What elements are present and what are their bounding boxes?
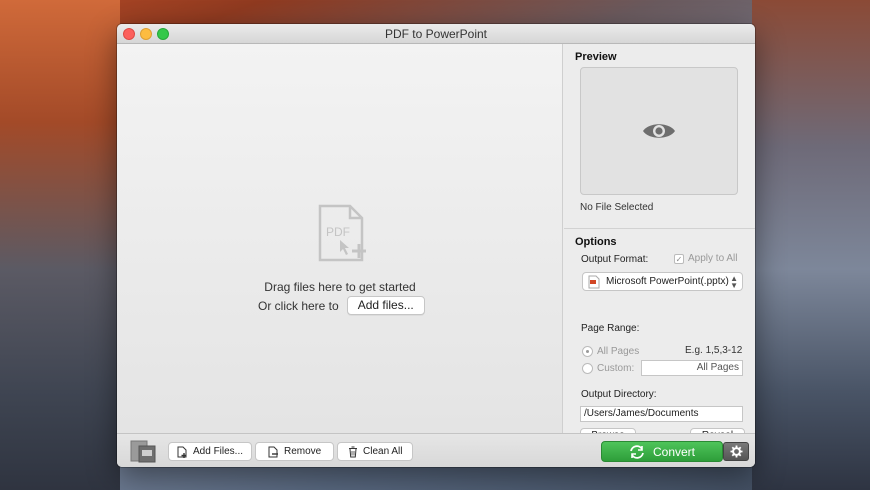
apply-to-all-checkbox[interactable]: ✓ Apply to All [674,253,737,264]
options-title: Options [575,236,617,248]
radio-selected-icon [582,346,593,357]
checkmark-icon: ✓ [674,253,684,264]
pptx-file-icon [588,275,600,288]
click-hint-text: Or click here to [258,298,339,313]
remove-button[interactable]: Remove [255,442,335,461]
desktop-wallpaper-left [0,0,120,490]
remove-file-icon [268,446,278,457]
preview-area[interactable] [580,67,738,195]
bottom-toolbar: Add Files... Remove Clean All Convert [117,433,755,467]
add-files-center-button[interactable]: Add files... [346,296,425,315]
custom-pages-radio[interactable]: Custom: [582,363,634,374]
add-files-button-label: Add Files... [193,446,244,457]
page-range-label: Page Range: [581,323,640,334]
clean-all-button-label: Clean All [363,446,403,457]
window-title: PDF to PowerPoint [384,27,488,41]
custom-pages-input[interactable]: All Pages [641,360,743,376]
drag-hint-text: Drag files here to get started [264,280,416,294]
close-window-button[interactable] [123,28,135,40]
output-format-value: Microsoft PowerPoint(.pptx) [606,276,729,287]
remove-button-label: Remove [284,446,322,457]
title-bar[interactable]: PDF to PowerPoint [117,24,755,44]
pdf-add-icon: PDF [318,204,366,262]
radio-unselected-icon [582,363,593,374]
custom-label: Custom: [597,363,635,374]
trash-icon [349,446,357,457]
page-range-example: E.g. 1,5,3-12 [685,345,743,356]
preview-title: Preview [575,51,617,63]
output-directory-input[interactable]: /Users/James/Documents [580,406,743,422]
output-directory-label: Output Directory: [581,389,657,400]
settings-button[interactable] [723,442,749,461]
select-arrows-icon: ▲ ▼ [730,274,738,290]
sidebar-panel: Preview No File Selected Options Output … [564,44,755,444]
desktop-wallpaper-right [752,0,870,490]
minimize-window-button[interactable] [140,28,152,40]
app-logo-icon [130,440,156,463]
output-format-label: Output Format: [581,254,649,265]
zoom-window-button[interactable] [157,28,169,40]
add-files-button[interactable]: Add Files... [168,442,253,461]
file-drop-zone[interactable]: PDF Drag files here to get started Or cl… [117,44,563,433]
output-format-select[interactable]: Microsoft PowerPoint(.pptx) ▲ ▼ [582,272,743,291]
pdf-icon-text: PDF [326,225,350,239]
add-file-icon [177,446,187,458]
preview-status: No File Selected [580,202,654,213]
app-window: PDF to PowerPoint PDF Drag files here to… [117,24,755,467]
clean-all-button[interactable]: Clean All [337,442,414,461]
convert-button-label: Convert [652,444,696,459]
all-pages-radio[interactable]: All Pages [582,346,639,357]
click-hint-row: Or click here to Add files... [258,296,425,315]
sidebar-divider [564,228,755,229]
eye-icon [643,124,675,138]
gear-icon [730,445,742,458]
all-pages-label: All Pages [597,346,640,357]
convert-button[interactable]: Convert [601,441,723,462]
apply-to-all-label: Apply to All [688,253,738,264]
convert-arrows-icon [630,444,644,459]
